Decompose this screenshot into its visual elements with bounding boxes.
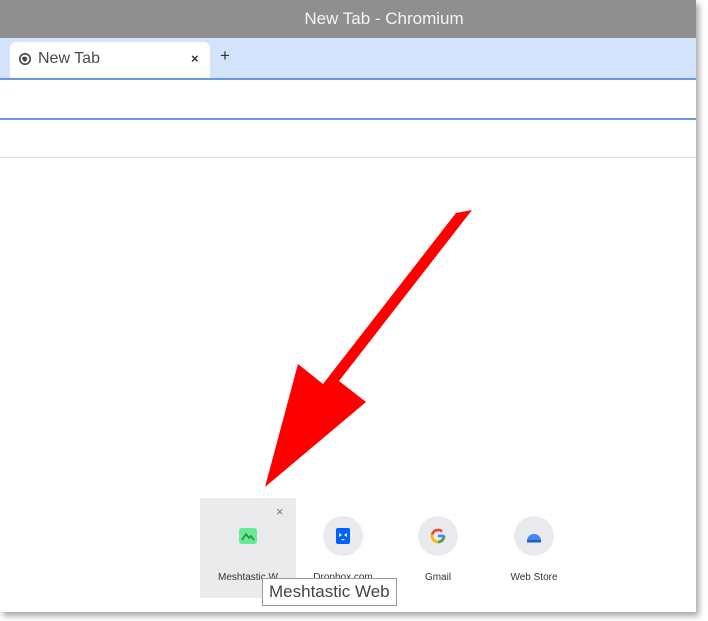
tab-new-tab[interactable]: New Tab × bbox=[10, 42, 210, 78]
new-tab-button[interactable]: + bbox=[220, 46, 230, 66]
shortcut-icon-circle bbox=[228, 516, 268, 556]
web-store-icon bbox=[527, 534, 541, 543]
dropbox-icon bbox=[336, 528, 350, 544]
tab-close-icon[interactable]: × bbox=[191, 51, 199, 66]
shortcut-label: Web Store bbox=[510, 572, 558, 583]
browser-window: New Tab - Chromium New Tab × + × Meshtas… bbox=[0, 0, 696, 612]
remove-shortcut-icon[interactable]: × bbox=[276, 504, 284, 519]
tab-strip: New Tab × + bbox=[0, 38, 696, 78]
shortcut-gmail[interactable]: Gmail bbox=[390, 498, 486, 598]
shortcut-web-store[interactable]: Web Store bbox=[486, 498, 582, 598]
meshtastic-icon bbox=[239, 528, 257, 544]
shortcut-icon-circle bbox=[514, 516, 554, 556]
shortcut-label: Gmail bbox=[424, 572, 452, 583]
shortcut-icon-circle bbox=[418, 516, 458, 556]
address-bar[interactable] bbox=[0, 78, 696, 120]
google-g-icon bbox=[430, 528, 446, 544]
arrow-shape bbox=[265, 210, 472, 487]
tab-title: New Tab bbox=[38, 50, 100, 67]
window-title: New Tab - Chromium bbox=[304, 9, 464, 28]
shortcut-tooltip: Meshtastic Web bbox=[262, 578, 397, 606]
globe-icon bbox=[19, 53, 31, 65]
bookmarks-bar bbox=[0, 120, 696, 158]
window-titlebar: New Tab - Chromium bbox=[0, 0, 696, 38]
shortcut-icon-circle bbox=[323, 516, 363, 556]
